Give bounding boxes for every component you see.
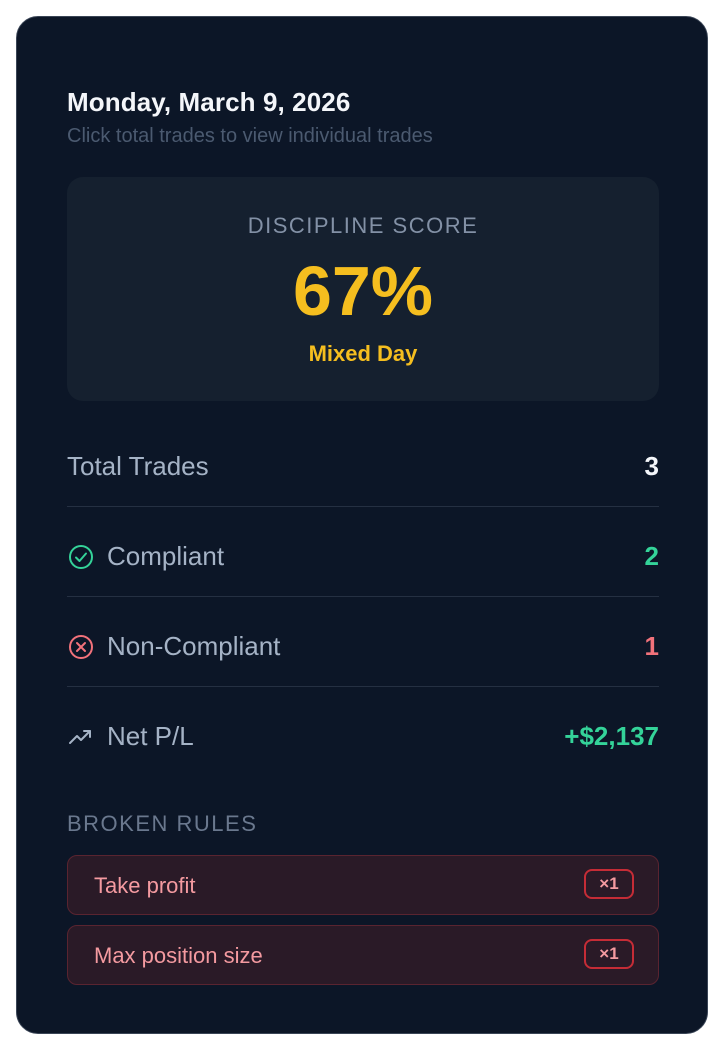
broken-rule-name: Max position size xyxy=(94,943,263,968)
broken-rule-item: Take profit ×1 xyxy=(67,855,659,915)
broken-rule-item: Max position size ×1 xyxy=(67,925,659,985)
broken-rules-heading: BROKEN RULES xyxy=(67,811,258,836)
compliant-row: Compliant 2 xyxy=(67,507,659,597)
non-compliant-value: 1 xyxy=(644,631,659,661)
net-pl-label: Net P/L xyxy=(107,721,194,751)
discipline-score-label: DISCIPLINE SCORE xyxy=(247,213,479,238)
x-circle-icon xyxy=(67,633,95,661)
discipline-score-panel: DISCIPLINE SCORE 67% Mixed Day xyxy=(67,177,659,401)
page-title: Monday, March 9, 2026 xyxy=(67,87,351,117)
net-pl-value: +$2,137 xyxy=(564,721,659,751)
net-pl-label-group: Net P/L xyxy=(67,721,194,752)
non-compliant-row: Non-Compliant 1 xyxy=(67,597,659,687)
broken-rule-count-badge: ×1 xyxy=(584,869,634,899)
compliant-label-group: Compliant xyxy=(67,541,224,572)
check-circle-icon xyxy=(67,543,95,571)
total-trades-label: Total Trades xyxy=(67,451,209,481)
compliant-value: 2 xyxy=(644,541,659,571)
non-compliant-label-group: Non-Compliant xyxy=(67,631,280,662)
discipline-score-value: 67% xyxy=(292,252,434,330)
non-compliant-label: Non-Compliant xyxy=(107,631,281,661)
discipline-status: Mixed Day xyxy=(308,341,418,366)
total-trades-row[interactable]: Total Trades 3 xyxy=(67,417,659,507)
day-summary-card: Monday, March 9, 2026 Click total trades… xyxy=(16,16,708,1034)
trending-up-icon xyxy=(67,723,95,751)
compliant-label: Compliant xyxy=(107,541,225,571)
net-pl-row: Net P/L +$2,137 xyxy=(67,687,659,777)
broken-rule-count-badge: ×1 xyxy=(584,939,634,969)
hint-text: Click total trades to view individual tr… xyxy=(67,125,433,147)
broken-rule-name: Take profit xyxy=(94,873,196,898)
total-trades-value[interactable]: 3 xyxy=(645,451,659,482)
